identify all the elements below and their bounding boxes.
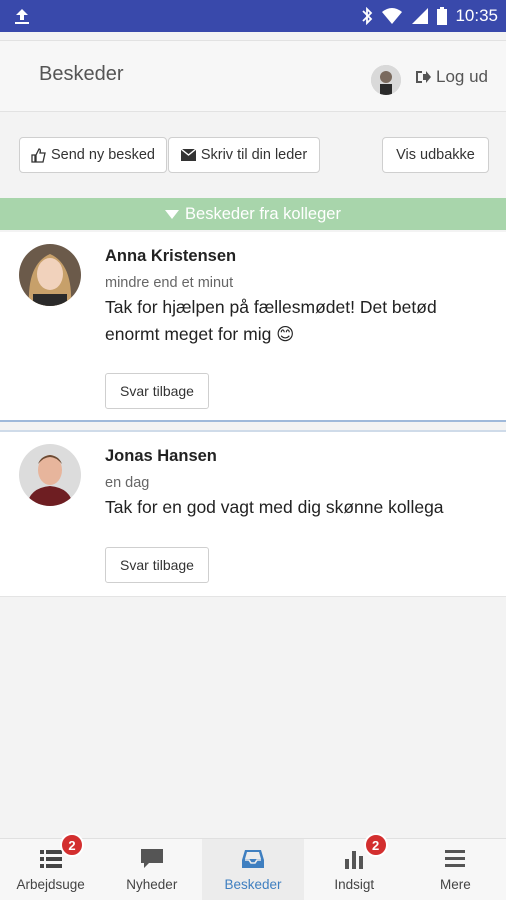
section-title: Beskeder fra kolleger	[185, 204, 341, 223]
message-text: Tak for hjælpen på fællesmødet! Det betø…	[105, 297, 437, 344]
notification-badge: 2	[363, 833, 388, 857]
send-new-message-button[interactable]: Send ny besked	[19, 137, 167, 173]
logout-button[interactable]: Log ud	[414, 67, 488, 87]
write-to-leader-label: Skriv til din leder	[200, 147, 308, 163]
nav-label: Beskeder	[224, 877, 282, 892]
section-header-colleagues[interactable]: Beskeder fra kolleger	[0, 198, 506, 230]
app-header: Beskeder Log ud	[0, 40, 506, 112]
message-time: mindre end et minut	[105, 275, 234, 291]
list-icon	[39, 850, 62, 868]
nav-label: Mere	[440, 877, 471, 892]
signal-icon	[412, 8, 429, 24]
logout-icon	[416, 71, 431, 83]
status-bar: 10:35	[0, 0, 506, 32]
notification-badge: 2	[60, 833, 84, 857]
write-to-leader-button[interactable]: Skriv til din leder	[168, 137, 320, 173]
nav-label: Indsigt	[334, 877, 375, 892]
nav-label: Nyheder	[126, 877, 178, 892]
sender-avatar-image	[19, 444, 81, 506]
send-new-message-label: Send ny besked	[51, 147, 155, 163]
caret-down-icon	[165, 209, 180, 219]
user-avatar-image	[371, 65, 401, 95]
bluetooth-icon	[362, 7, 373, 25]
logout-label: Log ud	[436, 67, 488, 86]
nav-label: Arbejdsuge	[16, 877, 85, 892]
menu-icon	[445, 850, 466, 867]
clock: 10:35	[455, 6, 498, 25]
nav-item-indsigt[interactable]: 2 Indsigt	[304, 833, 405, 900]
thumbs-up-icon	[31, 147, 46, 163]
sender-name: Jonas Hansen	[105, 447, 217, 465]
sender-avatar	[19, 244, 81, 306]
wifi-icon	[382, 8, 403, 24]
sender-avatar	[19, 444, 81, 506]
sender-avatar-image	[19, 244, 81, 306]
nav-item-beskeder[interactable]: Beskeder	[202, 839, 304, 900]
message-card: Anna Kristensen mindre end et minut Tak …	[0, 232, 506, 422]
battery-icon	[437, 7, 448, 25]
show-outbox-button[interactable]: Vis udbakke	[382, 137, 489, 173]
chat-bubble-icon	[140, 849, 163, 868]
reply-button[interactable]: Svar tilbage	[105, 547, 209, 583]
message-text: Tak for en god vagt med dig skønne kolle…	[105, 497, 444, 517]
inbox-icon	[242, 850, 264, 868]
nav-item-mere[interactable]: Mere	[405, 839, 506, 900]
show-outbox-label: Vis udbakke	[396, 147, 475, 163]
nav-item-arbejdsuge[interactable]: 2 Arbejdsuge	[0, 833, 101, 900]
sender-name: Anna Kristensen	[105, 247, 237, 265]
nav-item-nyheder[interactable]: Nyheder	[101, 839, 202, 900]
reply-button[interactable]: Svar tilbage	[105, 373, 209, 409]
user-avatar[interactable]	[371, 65, 401, 95]
message-time: en dag	[105, 475, 150, 491]
message-card: Jonas Hansen en dag Tak for en god vagt …	[0, 430, 506, 597]
upload-notification-icon	[15, 9, 29, 24]
bottom-navigation: 2 Arbejdsuge Nyheder Beskeder 2 Indsigt …	[0, 833, 506, 900]
page-title: Beskeder	[39, 63, 124, 85]
envelope-icon	[180, 149, 196, 161]
bar-chart-icon	[345, 851, 364, 869]
